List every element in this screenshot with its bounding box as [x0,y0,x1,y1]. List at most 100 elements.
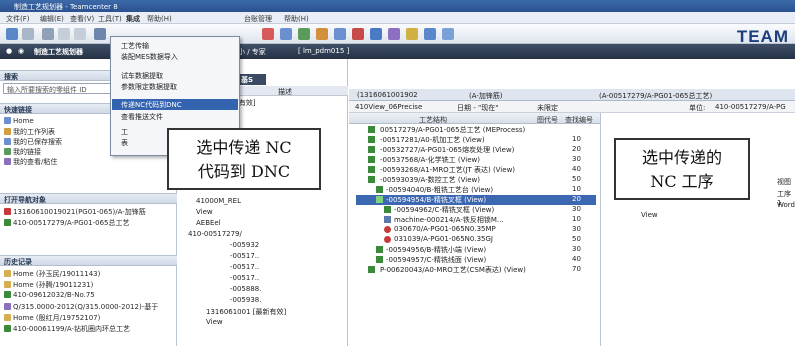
pane-label-3: Word [777,201,795,209]
editor-tabs: (1316061001902 (A-加锋筋) (A-00517279/A-PG0… [349,89,795,101]
quick-link-saved-search[interactable]: 我的已保存搜索 [4,137,62,147]
open-icon[interactable] [6,28,18,40]
menu-item-send-nc-dnc[interactable]: 传递NC代码到DNC [112,99,238,110]
tool-icon-3[interactable] [298,28,310,40]
operation-icon [384,206,391,213]
menu-help[interactable]: 帮助(H) [147,14,172,24]
menu-edit[interactable]: 编辑(E) [40,14,64,24]
column-find-no[interactable]: 查找编号 [565,115,593,125]
menu-item-extra-1[interactable]: 工 [121,127,128,137]
quick-link-home[interactable]: Home [4,117,34,125]
column-drawing-no[interactable]: 图代号 [537,115,558,125]
middle-row[interactable]: -005938. [230,296,261,304]
callout-operation: 选中传递的 NC 工序 [614,138,750,200]
delete-icon[interactable] [94,28,106,40]
revision-rule[interactable]: 410View_06Precise [355,103,422,111]
date-filter[interactable]: 日期 - "现在" [457,103,498,113]
open-item-1[interactable]: 13160610019021(PG01-065)/A-加锋筋 [4,207,146,217]
menu-item-param-data[interactable]: 参数限定数据提取 [121,82,177,92]
middle-row[interactable]: 1316061001 [最新有效] [206,307,286,317]
tool-icon-1[interactable] [262,28,274,40]
effectivity-value[interactable]: 410-00517279/A-PG [715,103,786,111]
back-icon[interactable]: ● [6,47,12,55]
middle-row[interactable]: View [206,318,223,326]
folder-icon [4,314,11,321]
operation-icon [376,256,383,263]
window-title: 制造工艺规划器 - Teamcenter 8 [14,3,118,11]
process-icon [4,219,11,226]
column-description: 描述 [278,88,292,96]
tool-icon [384,236,391,243]
worklist-icon [4,128,11,135]
middle-row[interactable]: -00517.. [230,263,259,271]
menu-help-2[interactable]: 帮助(H) [284,14,309,24]
tab-item-1[interactable]: (1316061001902 [357,91,418,99]
middle-row[interactable]: 410-00517279/ [188,230,242,238]
history-item-3[interactable]: 410-09612032/B-No.75 [4,291,95,299]
forward-icon[interactable]: ◉ [18,47,24,55]
part-icon [4,208,11,215]
menu-item-process-transfer[interactable]: 工艺传输 [121,41,149,51]
tab-process[interactable]: (A-00517279/A-PG01-065总工艺) [599,91,712,101]
middle-row[interactable]: AEBEel [196,219,221,227]
quick-link-view[interactable]: 我的查看/粘住 [4,157,57,167]
home-icon [4,117,11,124]
middle-row[interactable]: -005888. [230,285,261,293]
save-icon[interactable] [22,28,34,40]
middle-row[interactable]: View [196,208,213,216]
quick-link-worklist[interactable]: 我的工作列表 [4,127,55,137]
middle-row[interactable]: -00517.. [230,252,259,260]
unit-filter[interactable]: 未限定 [537,103,558,113]
menu-tools[interactable]: 工具(T) [98,14,122,24]
middle-row[interactable]: -00517.. [230,274,259,282]
copy-icon[interactable] [58,28,70,40]
tool-icon-8[interactable] [388,28,400,40]
menu-file[interactable]: 文件(F) [6,14,30,24]
tool-icon-7[interactable] [370,28,382,40]
process-icon [368,176,375,183]
history-item-6[interactable]: 410-00061199/A-钻机圈内环总工艺 [4,324,130,334]
history-item-2[interactable]: Home (孙腾/19011231) [4,280,93,290]
quick-link-links[interactable]: 我的链接 [4,147,41,157]
tab-item-2[interactable]: (A-加锋筋) [469,91,503,101]
cut-icon[interactable] [42,28,54,40]
tool-icon-6[interactable] [352,28,364,40]
process-icon [368,136,375,143]
column-structure[interactable]: 工艺结构 [419,115,447,125]
operation-icon [376,196,383,203]
history-header[interactable]: 历史记录 [0,255,177,266]
tab-basic[interactable]: 基S [238,74,266,85]
menu-item-extra-2[interactable]: 表 [121,138,128,148]
middle-row[interactable]: 41000M_REL [196,197,241,205]
folder-icon [4,270,11,277]
attachment-view[interactable]: View [641,211,658,219]
menu-bar: 文件(F) 编辑(E) 查看(V) 工具(T) 集成 帮助(H) 台账管理 帮助… [0,12,795,24]
tool-icon-4[interactable] [316,28,328,40]
pane-label-1: 视图 [777,178,791,186]
window-title-bar: 制造工艺规划器 - Teamcenter 8 [0,0,795,12]
process-icon [368,266,375,273]
tool-icon-11[interactable] [442,28,454,40]
document-icon [4,303,11,310]
user-label: [ lm_pdm015 ] [298,47,350,55]
history-item-4[interactable]: Q/315.0000-2012(Q/315.0000-2012)-基于 [4,302,158,312]
tool-icon-9[interactable] [406,28,418,40]
table-row-selected[interactable]: -00594954/B-精铣叉框 (View) 20 [356,195,596,205]
open-item-2[interactable]: 410-00517279/A-PG01-065总工艺 [4,218,129,228]
middle-row[interactable]: -005932 [230,241,259,249]
open-items-header[interactable]: 打开导航对象 [0,193,177,204]
menu-view[interactable]: 查看(V) [70,14,94,24]
tool-icon-2[interactable] [280,28,292,40]
view-icon [4,158,11,165]
history-item-1[interactable]: Home (孙玉民/19011143) [4,269,100,279]
menu-integration[interactable]: 集成 [126,14,140,24]
machine-icon [384,216,391,223]
tool-icon-10[interactable] [424,28,436,40]
tool-icon-5[interactable] [334,28,346,40]
menu-item-view-pushed[interactable]: 查看推送文件 [121,112,163,122]
menu-item-test-data[interactable]: 试车数据提取 [121,71,163,81]
menu-item-mes-import[interactable]: 装配MES数据导入 [121,52,178,62]
menu-ledger[interactable]: 台账管理 [244,14,272,24]
paste-icon[interactable] [74,28,86,40]
history-item-5[interactable]: Home (殷红月/19752107) [4,313,100,323]
